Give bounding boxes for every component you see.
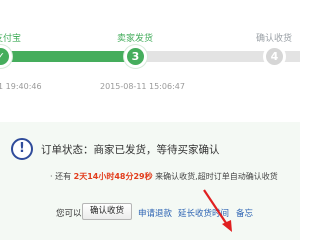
step-node-confirm: 4	[263, 45, 286, 68]
step-label-ship: 卖家发货	[117, 34, 154, 44]
red-arrow-icon	[203, 189, 232, 232]
confirm-countdown: · 还有 2天14小时48分29秒 来确认收货,超时订单自动确认收货	[50, 171, 278, 182]
step-time-ship: 2015-08-11 15:06:47	[100, 82, 185, 91]
confirm-receipt-button[interactable]: 确认收货	[82, 203, 132, 220]
info-icon: !	[11, 138, 33, 160]
step-time-pay: 1 19:40:46	[0, 82, 42, 91]
step-number-ship: 3	[131, 50, 140, 63]
countdown-prefix: · 还有	[50, 172, 72, 181]
order-status-text: 订单状态：商家已发货，等待买家确认	[41, 144, 220, 156]
refund-link[interactable]: 申请退款	[138, 207, 172, 219]
step-label-confirm: 确认收货	[256, 34, 293, 44]
countdown-time: 2天14小时48分29秒	[73, 172, 153, 181]
checkmark-icon: ✓	[0, 50, 6, 63]
action-hint: 您可以	[56, 209, 82, 219]
progress-track-done	[0, 51, 136, 62]
step-node-ship: 3	[124, 45, 147, 68]
step-number-confirm: 4	[270, 50, 279, 63]
countdown-suffix: 来确认收货,超时订单自动确认收货	[155, 172, 278, 181]
step-node-pay: ✓	[0, 45, 12, 68]
step-label-pay: 支付宝	[0, 34, 22, 44]
